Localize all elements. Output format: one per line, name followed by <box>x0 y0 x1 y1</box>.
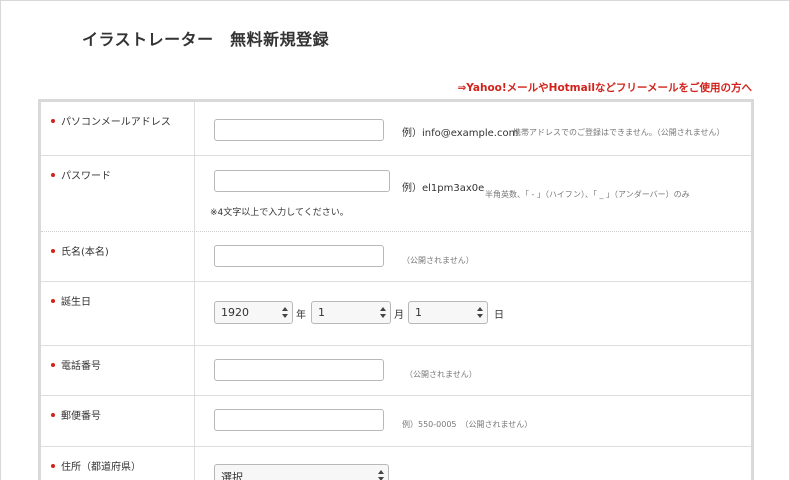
select-arrows-icon <box>378 470 384 480</box>
form-row-password: パスワード 例）el1pm3ax0e 半角英数、「 - 」（ハイフン）、「 _ … <box>41 156 751 232</box>
required-dot-icon <box>51 363 55 367</box>
required-dot-icon <box>51 299 55 303</box>
birthday-label-cell: 誕生日 <box>41 282 195 345</box>
required-dot-icon <box>51 173 55 177</box>
prefecture-selected-value: 選択 <box>221 471 243 480</box>
registration-form: パソコンメールアドレス 例）info@example.com 携帯アドレスでのご… <box>38 99 754 480</box>
form-row-postal: 郵便番号 例）550-0005 （公開されません） <box>41 396 751 447</box>
email-label-cell: パソコンメールアドレス <box>41 102 195 155</box>
password-label-cell: パスワード <box>41 156 195 231</box>
form-row-email: パソコンメールアドレス 例）info@example.com 携帯アドレスでのご… <box>41 102 751 156</box>
form-row-prefecture: 住所（都道府県） 選択 <box>41 447 751 480</box>
birthday-label: 誕生日 <box>61 297 91 308</box>
month-unit: 月 <box>394 310 404 321</box>
birthday-value-cell: 1920 年 1 月 1 日 <box>195 282 751 345</box>
email-note: 携帯アドレスでのご登録はできません。（公開されません） <box>513 128 725 137</box>
name-input[interactable] <box>214 245 384 267</box>
email-value-cell: 例）info@example.com 携帯アドレスでのご登録はできません。（公開… <box>195 102 751 155</box>
prefecture-value-cell: 選択 <box>195 447 751 480</box>
phone-label: 電話番号 <box>61 361 101 372</box>
postal-label: 郵便番号 <box>61 411 101 422</box>
postal-input[interactable] <box>214 409 384 431</box>
name-note: （公開されません） <box>402 256 474 265</box>
prefecture-label: 住所（都道府県） <box>61 462 141 473</box>
name-label-cell: 氏名(本名) <box>41 232 195 281</box>
password-label: パスワード <box>61 171 111 182</box>
postal-value-cell: 例）550-0005 （公開されません） <box>195 396 751 446</box>
birth-year-select[interactable]: 1920 <box>214 301 293 324</box>
birth-month-value: 1 <box>318 306 325 319</box>
password-input[interactable] <box>214 170 390 192</box>
phone-input[interactable] <box>214 359 384 381</box>
select-arrows-icon <box>380 307 386 319</box>
required-dot-icon <box>51 413 55 417</box>
free-mail-link[interactable]: ⇒Yahoo!メールやHotmailなどフリーメールをご使用の方へ <box>457 80 752 95</box>
select-arrows-icon <box>477 307 483 319</box>
required-dot-icon <box>51 464 55 468</box>
password-sub-note: ※4文字以上で入力してください。 <box>210 208 349 218</box>
birth-year-value: 1920 <box>221 306 249 319</box>
form-row-phone: 電話番号 （公開されません） <box>41 346 751 396</box>
birth-day-value: 1 <box>415 306 422 319</box>
postal-label-cell: 郵便番号 <box>41 396 195 446</box>
page-title: イラストレーター 無料新規登録 <box>82 30 330 49</box>
name-value-cell: （公開されません） <box>195 232 751 281</box>
prefecture-select[interactable]: 選択 <box>214 464 389 480</box>
password-note: 半角英数、「 - 」（ハイフン）、「 _ 」（アンダーバー）のみ <box>485 190 690 199</box>
postal-note: 例）550-0005 （公開されません） <box>402 420 533 429</box>
email-input[interactable] <box>214 119 384 141</box>
phone-label-cell: 電話番号 <box>41 346 195 395</box>
name-label: 氏名(本名) <box>61 247 109 258</box>
form-row-birthday: 誕生日 1920 年 1 月 1 日 <box>41 282 751 346</box>
required-dot-icon <box>51 249 55 253</box>
prefecture-label-cell: 住所（都道府県） <box>41 447 195 480</box>
year-unit: 年 <box>296 310 306 321</box>
form-row-name: 氏名(本名) （公開されません） <box>41 232 751 282</box>
password-value-cell: 例）el1pm3ax0e 半角英数、「 - 」（ハイフン）、「 _ 」（アンダー… <box>195 156 751 231</box>
select-arrows-icon <box>282 307 288 319</box>
phone-value-cell: （公開されません） <box>195 346 751 395</box>
phone-note: （公開されません） <box>405 370 477 379</box>
birth-month-select[interactable]: 1 <box>311 301 391 324</box>
email-example: 例）info@example.com <box>402 128 519 139</box>
birth-day-select[interactable]: 1 <box>408 301 488 324</box>
email-label: パソコンメールアドレス <box>61 117 171 128</box>
password-example: 例）el1pm3ax0e <box>402 183 485 194</box>
day-unit: 日 <box>494 310 504 321</box>
required-dot-icon <box>51 119 55 123</box>
